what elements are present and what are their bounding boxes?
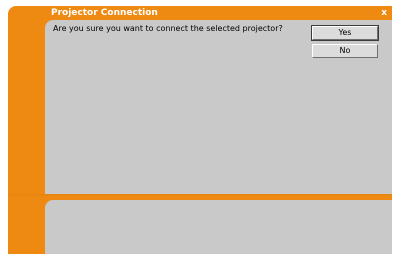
yes-button[interactable]: Yes (311, 25, 379, 41)
window-title: Projector Connection (51, 8, 158, 18)
title-bar: Projector Connection x (8, 6, 392, 20)
close-icon[interactable]: x (381, 6, 387, 20)
main-panel: Are you sure you want to connect the sel… (45, 20, 392, 194)
projector-connection-dialog: Projector Connection x Are you sure you … (8, 6, 392, 254)
lower-panel (45, 200, 392, 254)
divider-line (8, 194, 392, 196)
no-button[interactable]: No (312, 44, 378, 58)
confirm-message: Are you sure you want to connect the sel… (53, 24, 283, 33)
